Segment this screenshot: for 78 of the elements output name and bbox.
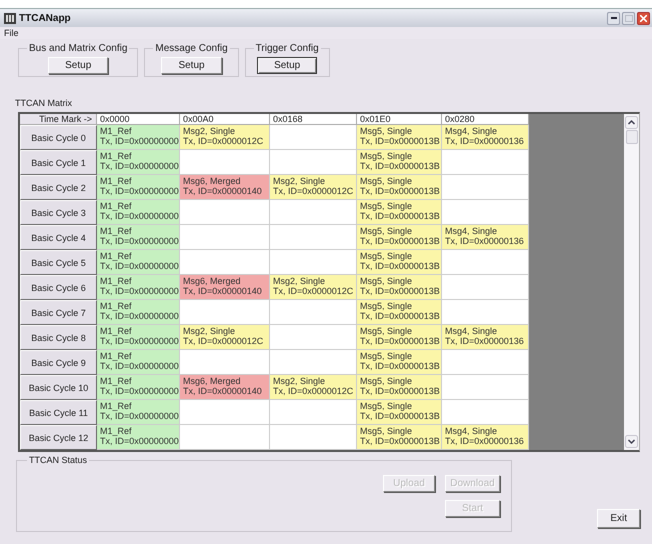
reference-message-cell: M1_Ref Tx, ID=0x00000000	[97, 350, 180, 375]
single-message-cell: Msg4, Single Tx, ID=0x00000136	[442, 325, 529, 350]
column-header: 0x01E0	[357, 114, 442, 125]
scroll-down-icon[interactable]	[625, 435, 638, 448]
merged-message-cell: Msg6, Merged Tx, ID=0x00000140	[180, 375, 270, 400]
row-header: Basic Cycle 11	[20, 400, 97, 425]
single-message-cell: Msg5, Single Tx, ID=0x0000013B	[357, 375, 442, 400]
group-title: Trigger Config	[254, 43, 320, 54]
single-message-cell: Msg2, Single Tx, ID=0x0000012C	[270, 175, 357, 200]
single-message-cell: Msg4, Single Tx, ID=0x00000136	[442, 125, 529, 150]
minimize-button[interactable]	[607, 12, 620, 24]
row-header: Basic Cycle 6	[20, 275, 97, 300]
single-message-cell: Msg5, Single Tx, ID=0x0000013B	[357, 275, 442, 300]
reference-message-cell: M1_Ref Tx, ID=0x00000000	[97, 150, 180, 175]
group-title: TTCAN Status	[28, 455, 88, 465]
setup-button[interactable]: Setup	[48, 57, 108, 74]
single-message-cell: Msg5, Single Tx, ID=0x0000013B	[357, 225, 442, 250]
row-header: Basic Cycle 7	[20, 300, 97, 325]
reference-message-cell: M1_Ref Tx, ID=0x00000000	[97, 400, 180, 425]
reference-message-cell: M1_Ref Tx, ID=0x00000000	[97, 425, 180, 450]
single-message-cell: Msg4, Single Tx, ID=0x00000136	[442, 225, 529, 250]
reference-message-cell: M1_Ref Tx, ID=0x00000000	[97, 250, 180, 275]
reference-message-cell: M1_Ref Tx, ID=0x00000000	[97, 125, 180, 150]
column-header: 0x0280	[442, 114, 529, 125]
reference-message-cell: M1_Ref Tx, ID=0x00000000	[97, 375, 180, 400]
column-header: 0x0000	[97, 114, 180, 125]
single-message-cell: Msg5, Single Tx, ID=0x0000013B	[357, 325, 442, 350]
single-message-cell: Msg2, Single Tx, ID=0x0000012C	[270, 275, 357, 300]
single-message-cell: Msg5, Single Tx, ID=0x0000013B	[357, 125, 442, 150]
reference-message-cell: M1_Ref Tx, ID=0x00000000	[97, 325, 180, 350]
setup-button[interactable]: Setup	[257, 57, 318, 74]
row-header: Basic Cycle 5	[20, 250, 97, 275]
corner-header: Time Mark ->	[20, 114, 97, 125]
row-header: Basic Cycle 8	[20, 325, 97, 350]
single-message-cell: Msg2, Single Tx, ID=0x0000012C	[270, 375, 357, 400]
group-title: Bus and Matrix Config	[28, 43, 128, 54]
merged-message-cell: Msg6, Merged Tx, ID=0x00000140	[180, 175, 270, 200]
app-icon	[4, 12, 16, 24]
column-header: 0x0168	[270, 114, 357, 125]
row-header: Basic Cycle 0	[20, 125, 97, 150]
scroll-up-icon[interactable]	[625, 116, 638, 129]
setup-button[interactable]: Setup	[161, 57, 222, 74]
row-header: Basic Cycle 1	[20, 150, 97, 175]
row-header: Basic Cycle 3	[20, 200, 97, 225]
vertical-scrollbar[interactable]	[624, 114, 639, 450]
group-title: Message Config	[154, 43, 229, 54]
minimize-icon	[610, 17, 616, 19]
row-header: Basic Cycle 10	[20, 375, 97, 400]
single-message-cell: Msg2, Single Tx, ID=0x0000012C	[180, 325, 270, 350]
single-message-cell: Msg5, Single Tx, ID=0x0000013B	[357, 425, 442, 450]
reference-message-cell: M1_Ref Tx, ID=0x00000000	[97, 175, 180, 200]
reference-message-cell: M1_Ref Tx, ID=0x00000000	[97, 200, 180, 225]
single-message-cell: Msg5, Single Tx, ID=0x0000013B	[357, 350, 442, 375]
window-title: TTCANapp	[19, 12, 71, 24]
single-message-cell: Msg5, Single Tx, ID=0x0000013B	[357, 300, 442, 325]
single-message-cell: Msg5, Single Tx, ID=0x0000013B	[357, 200, 442, 225]
close-icon	[640, 14, 647, 22]
single-message-cell: Msg5, Single Tx, ID=0x0000013B	[357, 175, 442, 200]
single-message-cell: Msg5, Single Tx, ID=0x0000013B	[357, 250, 442, 275]
row-header: Basic Cycle 2	[20, 175, 97, 200]
row-header: Basic Cycle 9	[20, 350, 97, 375]
matrix-title: TTCAN Matrix	[15, 98, 73, 108]
exit-button[interactable]: Exit	[597, 509, 640, 528]
menu-item[interactable]: File	[4, 27, 19, 39]
column-header: 0x00A0	[180, 114, 270, 125]
maximize-icon	[624, 14, 632, 22]
row-header: Basic Cycle 4	[20, 225, 97, 250]
single-message-cell: Msg2, Single Tx, ID=0x0000012C	[180, 125, 270, 150]
single-message-cell: Msg5, Single Tx, ID=0x0000013B	[357, 400, 442, 425]
scroll-thumb[interactable]	[626, 130, 638, 144]
row-header: Basic Cycle 12	[20, 425, 97, 450]
reference-message-cell: M1_Ref Tx, ID=0x00000000	[97, 275, 180, 300]
reference-message-cell: M1_Ref Tx, ID=0x00000000	[97, 225, 180, 250]
merged-message-cell: Msg6, Merged Tx, ID=0x00000140	[180, 275, 270, 300]
single-message-cell: Msg4, Single Tx, ID=0x00000136	[442, 425, 529, 450]
single-message-cell: Msg5, Single Tx, ID=0x0000013B	[357, 150, 442, 175]
reference-message-cell: M1_Ref Tx, ID=0x00000000	[97, 300, 180, 325]
close-button[interactable]	[637, 12, 650, 24]
